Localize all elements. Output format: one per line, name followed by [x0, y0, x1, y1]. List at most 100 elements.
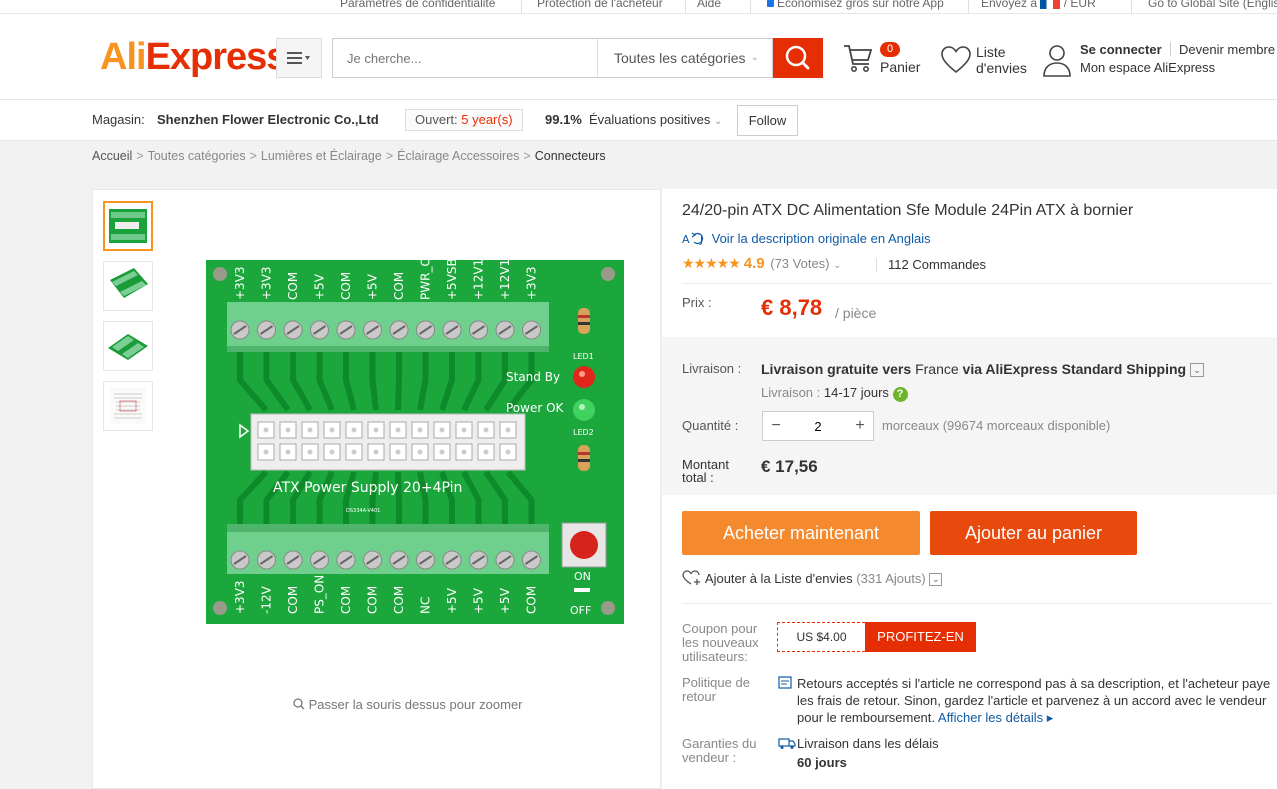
signin-link[interactable]: Se connecter [1080, 42, 1162, 58]
thumbnail-4[interactable] [103, 381, 153, 431]
power-ok-label: Power OK [506, 401, 565, 415]
pin-label: +5VSB [445, 260, 459, 300]
my-account-link[interactable]: Mon espace AliExpress [1080, 60, 1215, 76]
atx-pin-hole [395, 427, 401, 433]
global-site-link[interactable]: Go to Global Site (English) [1148, 0, 1277, 10]
chevron-down-icon: ⌄ [750, 52, 759, 63]
shipping-time: Livraison : 14-17 jours ? [761, 385, 908, 402]
site-header: AliExpress™ Toutes les catégories⌄ 0 Pan… [0, 14, 1277, 100]
quantity-available: morceaux (99674 morceaux disponible) [882, 418, 1111, 433]
wishlist-button[interactable] [940, 45, 972, 80]
thumbnail-image [110, 268, 148, 298]
cart-button[interactable] [842, 42, 874, 79]
total-label: Montant total : [682, 457, 729, 485]
breadcrumb-all-categories[interactable]: Toutes catégories [148, 149, 246, 163]
quantity-input[interactable] [789, 412, 847, 440]
pin-label: PS_ON [313, 575, 327, 614]
category-dropdown[interactable]: Toutes les catégories ⌄ [597, 39, 773, 77]
atx-pin-hole [395, 449, 401, 455]
breadcrumb-connectors[interactable]: Connecteurs [535, 149, 606, 163]
coupon-value: US $4.00 [777, 622, 865, 652]
ship-to-selector[interactable]: Envoyez à / EUR [981, 0, 1096, 10]
decrease-button[interactable]: − [763, 412, 789, 440]
atx-pin-hole [329, 427, 335, 433]
heart-icon [941, 46, 971, 74]
account-button[interactable] [1042, 43, 1072, 82]
original-description-link[interactable]: AJ Voir la description originale en Angl… [682, 231, 931, 246]
pin-label: +12V1 [498, 260, 512, 300]
divider [876, 258, 877, 272]
positive-rating-dropdown[interactable]: Évaluations positives ⌄ [589, 112, 722, 127]
atx-pin-hole [307, 449, 313, 455]
become-member-link[interactable]: Devenir membre [1179, 42, 1275, 58]
led1-label: LED1 [573, 352, 594, 361]
thumbnail-2[interactable] [103, 261, 153, 311]
pin-label: +5V [472, 587, 486, 614]
thumbnail-3[interactable] [103, 321, 153, 371]
pcb-trace [369, 352, 379, 411]
thumbnail-1[interactable] [103, 201, 153, 251]
help-link[interactable]: Aide [697, 0, 721, 10]
pin-label: COM [525, 586, 539, 614]
details-link[interactable]: Afficher les détails ▸ [938, 710, 1053, 725]
rating-row[interactable]: ★★★★★ 4.9 (73 Votes) ⌄ [682, 255, 842, 273]
atx-pin-hole [505, 449, 511, 455]
search-bar: Toutes les catégories⌄ [332, 38, 773, 78]
atx-pin-hole [351, 427, 357, 433]
follow-button[interactable]: Follow [737, 105, 798, 136]
atx-pin-hole [505, 427, 511, 433]
pin-label: COM [366, 586, 380, 614]
get-coupon-button[interactable]: PROFITEZ-EN [865, 622, 976, 652]
atx-label: ATX Power Supply 20+4Pin [273, 480, 462, 496]
chevron-down-icon: ⌄ [833, 260, 842, 271]
store-name-link[interactable]: Shenzhen Flower Electronic Co.,Ltd [157, 112, 379, 127]
pin-label: +3V3 [260, 266, 274, 300]
star-icon: ★★★★★ [682, 255, 741, 271]
buyer-protection-link[interactable]: Protection de l'acheteur [537, 0, 663, 10]
privacy-link[interactable]: Paramètres de confidentialité [340, 0, 495, 10]
add-to-cart-button[interactable]: Ajouter au panier [930, 511, 1137, 555]
shipping-label: Livraison : [682, 361, 742, 376]
aliexpress-logo[interactable]: AliExpress™ [100, 36, 294, 79]
shipping-option[interactable]: Livraison gratuite vers France via AliEx… [761, 361, 1204, 377]
divider [968, 0, 969, 13]
search-input[interactable] [333, 39, 597, 77]
pin-label: +5V [366, 273, 380, 300]
shipping-quantity-box: Livraison : Livraison gratuite vers Fran… [662, 337, 1277, 495]
france-flag-icon [1040, 0, 1061, 9]
atx-pin-hole [483, 427, 489, 433]
pin-label: +3V3 [233, 580, 247, 614]
buy-now-button[interactable]: Acheter maintenant [682, 511, 920, 555]
wishlist-label[interactable]: Liste [976, 44, 1006, 60]
increase-button[interactable]: + [847, 412, 873, 440]
breadcrumb-lighting-accessories[interactable]: Éclairage Accessoires [397, 149, 519, 163]
votes-count: (73 Votes) [770, 256, 830, 271]
cart-label[interactable]: Panier [880, 59, 920, 75]
positive-rating-pct: 99.1% [545, 112, 582, 127]
product-main-image[interactable]: +3V3 +3V3 COM +5V COM +5V COM PWR_OK +5VSB +12V1 +… [206, 260, 624, 624]
quantity-label: Quantité : [682, 418, 739, 433]
pin-label: +3V3 [233, 266, 247, 300]
thumbnail-image [108, 334, 148, 360]
help-icon[interactable]: ? [892, 387, 908, 402]
divider [521, 0, 522, 13]
pin-label: COM [392, 586, 406, 614]
category-menu-button[interactable] [276, 38, 322, 78]
pin-label: COM [339, 272, 353, 300]
on-label: ON [574, 570, 591, 583]
magnifier-icon [293, 698, 305, 710]
guarantee-text: Livraison dans les délais [797, 736, 939, 751]
coupon-label: Coupon pour les nouveaux utilisateurs: [682, 621, 759, 664]
breadcrumb-lights[interactable]: Lumières et Éclairage [261, 149, 382, 163]
app-link[interactable]: Économisez gros sur notre App [767, 0, 944, 10]
wishlist-label-2[interactable]: d'envies [976, 60, 1027, 76]
product-info-panel: 24/20-pin ATX DC Alimentation Sfe Module… [662, 189, 1277, 789]
cart-icon [844, 45, 873, 72]
add-to-wishlist-button[interactable]: Ajouter à la Liste d'envies (331 Ajouts)… [682, 570, 943, 586]
top-utility-bar: Paramètres de confidentialité Protection… [0, 0, 1277, 14]
atx-pin-hole [373, 427, 379, 433]
store-label: Magasin: [92, 112, 145, 127]
breadcrumb-home[interactable]: Accueil [92, 149, 132, 163]
atx-pin-hole [439, 427, 445, 433]
search-button[interactable] [773, 38, 823, 78]
